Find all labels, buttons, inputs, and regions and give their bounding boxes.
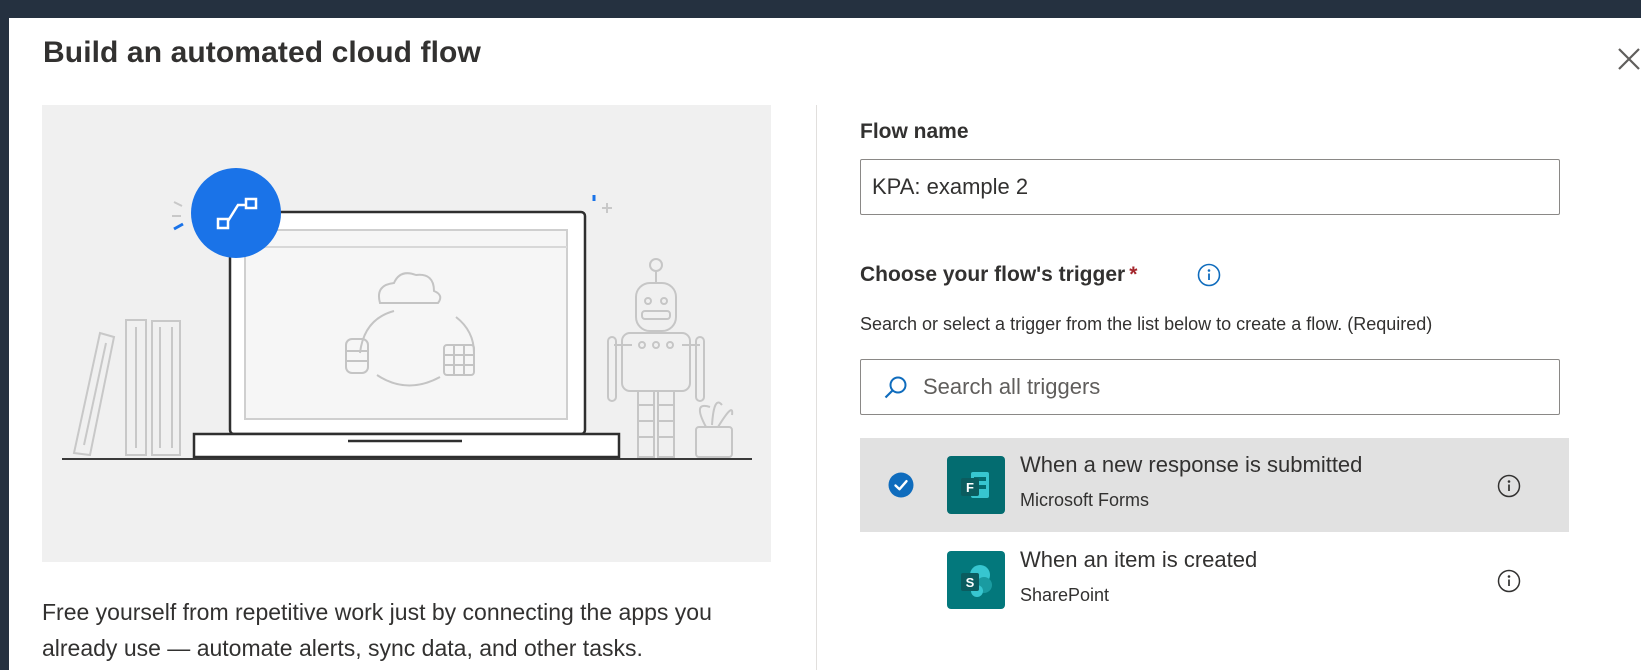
required-marker: *	[1129, 263, 1138, 286]
flow-name-input[interactable]	[861, 160, 1559, 214]
create-flow-dialog: Build an automated cloud flow Free yours…	[9, 18, 1641, 670]
hero-illustration	[42, 105, 771, 562]
trigger-option-sharepoint[interactable]: S When an item is created SharePoint	[860, 533, 1569, 627]
trigger-search-input[interactable]	[923, 360, 1543, 414]
dialog-description: Free yourself from repetitive work just …	[42, 599, 712, 661]
dialog-title: Build an automated cloud flow	[43, 36, 481, 69]
robot-illustration	[607, 258, 705, 458]
info-icon[interactable]	[1197, 263, 1221, 287]
trigger-app: Microsoft Forms	[1020, 490, 1150, 510]
search-icon	[884, 376, 907, 399]
trigger-search-box[interactable]	[860, 359, 1560, 415]
svg-text:S: S	[966, 575, 975, 590]
flow-name-label: Flow name	[860, 120, 969, 143]
close-button[interactable]	[1614, 44, 1641, 74]
laptop-illustration	[62, 168, 752, 460]
trigger-name: When a new response is submitted	[1020, 452, 1363, 477]
sharepoint-icon: S	[947, 551, 1005, 609]
trigger-label-row: Choose your flow's trigger *	[860, 263, 1137, 287]
svg-text:F: F	[966, 480, 974, 495]
trigger-label: Choose your flow's trigger	[860, 263, 1126, 286]
microsoft-forms-icon: F	[947, 456, 1005, 514]
trigger-app: SharePoint	[1020, 585, 1110, 605]
close-icon	[1618, 48, 1640, 70]
flow-name-field[interactable]	[860, 159, 1560, 215]
info-icon[interactable]	[1497, 474, 1521, 498]
checkmark-icon[interactable]	[888, 472, 914, 498]
info-icon[interactable]	[1497, 569, 1521, 593]
trigger-hint: Search or select a trigger from the list…	[860, 314, 1433, 334]
books-illustration	[72, 319, 181, 457]
plant-illustration	[695, 401, 734, 458]
flow-connector-icon	[172, 168, 281, 258]
trigger-option-forms[interactable]: F When a new response is submitted Micro…	[860, 438, 1569, 532]
panel-divider	[816, 105, 817, 670]
trigger-name: When an item is created	[1020, 547, 1258, 572]
